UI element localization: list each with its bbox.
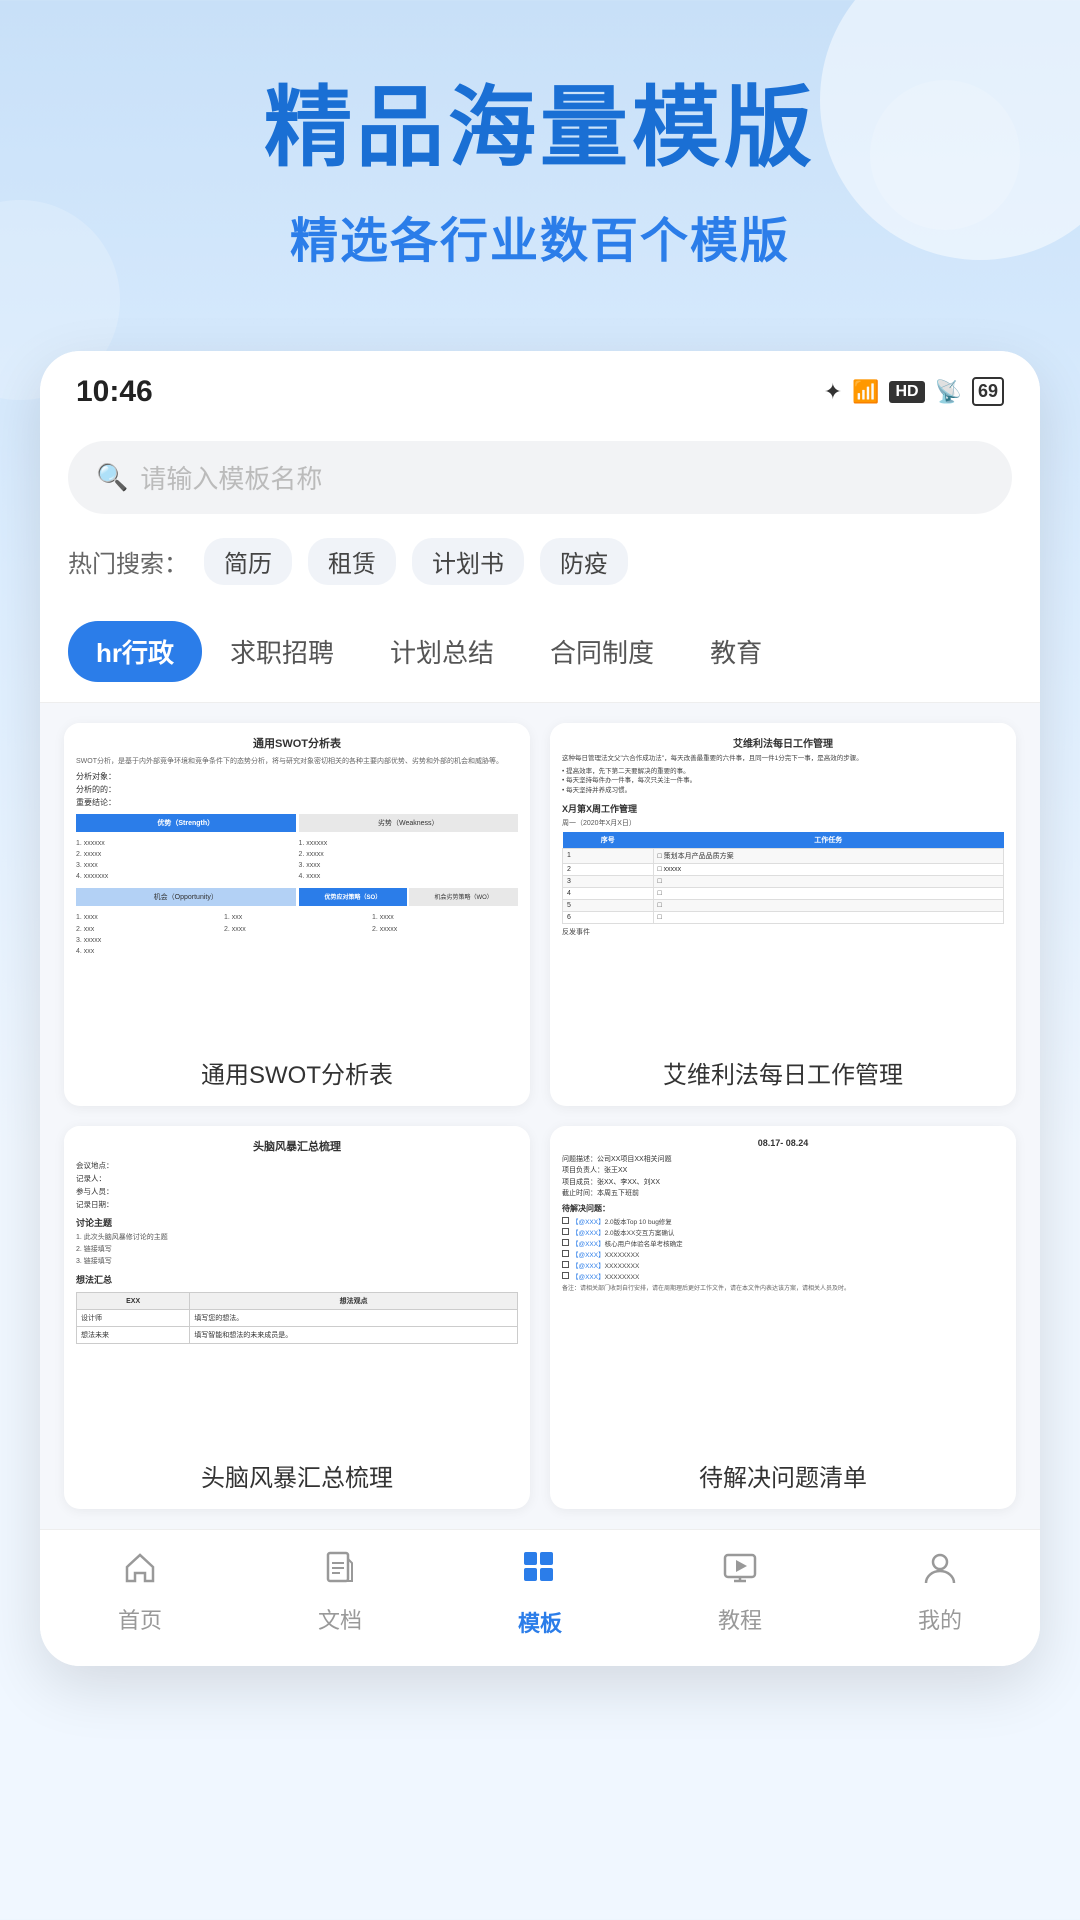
bluetooth-icon: ✦ (824, 379, 842, 405)
template-preview-aiwei: 艾维利法每日工作管理 这种每日管理法文父"六合作成功法"，每天改善最重要的六件事… (550, 723, 1016, 1043)
template-icon (518, 1546, 562, 1600)
hot-search-row: 热门搜索： 简历 租赁 计划书 防疫 (40, 526, 1040, 601)
nav-tutorial[interactable]: 教程 (640, 1549, 840, 1635)
hero-subtitle: 精选各行业数百个模版 (60, 201, 1020, 271)
template-card-swot[interactable]: 通用SWOT分析表 SWOT分析，是基于内外部竞争环境和竞争条件下的态势分析，将… (64, 723, 530, 1106)
tab-contract[interactable]: 合同制度 (522, 621, 682, 682)
template-label-swot: 通用SWOT分析表 (64, 1043, 530, 1106)
tab-recruit[interactable]: 求职招聘 (202, 621, 362, 682)
template-preview-swot: 通用SWOT分析表 SWOT分析，是基于内外部竞争环境和竞争条件下的态势分析，将… (64, 723, 530, 1043)
profile-icon (921, 1549, 959, 1597)
document-icon (321, 1549, 359, 1597)
template-preview-brain: 头脑风暴汇总梳理 会议地点： 记录人： 参与人员： 记录日期： 讨论主题 1. … (64, 1126, 530, 1446)
nav-doc-label: 文档 (318, 1603, 362, 1635)
status-bar: 10:46 ✦ 📶 HD 📡 69 (40, 351, 1040, 425)
home-icon (121, 1549, 159, 1597)
template-card-brain[interactable]: 头脑风暴汇总梳理 会议地点： 记录人： 参与人员： 记录日期： 讨论主题 1. … (64, 1126, 530, 1509)
tutorial-icon (721, 1549, 759, 1597)
hero-title: 精品海量模版 (60, 80, 1020, 177)
hd-badge: HD (889, 381, 924, 403)
template-grid: 通用SWOT分析表 SWOT分析，是基于内外部竞争环境和竞争条件下的态势分析，将… (40, 703, 1040, 1529)
nav-tutorial-label: 教程 (718, 1603, 762, 1635)
wifi-icon: 📶 (852, 379, 879, 405)
search-container: 🔍 请输入模板名称 (40, 425, 1040, 526)
search-input-placeholder: 请输入模板名称 (140, 459, 322, 496)
nav-home-label: 首页 (118, 1603, 162, 1635)
search-bar[interactable]: 🔍 请输入模板名称 (68, 441, 1012, 514)
status-time: 10:46 (76, 375, 153, 409)
hot-tag-0[interactable]: 简历 (204, 538, 292, 585)
template-label-aiwei: 艾维利法每日工作管理 (550, 1043, 1016, 1106)
template-label-problem: 待解决问题清单 (550, 1446, 1016, 1509)
bottom-nav: 首页 文档 (40, 1529, 1040, 1666)
template-label-brain: 头脑风暴汇总梳理 (64, 1446, 530, 1509)
hot-tag-2[interactable]: 计划书 (412, 538, 524, 585)
status-icons: ✦ 📶 HD 📡 69 (824, 377, 1004, 406)
nav-profile-label: 我的 (918, 1603, 962, 1635)
nav-home[interactable]: 首页 (40, 1549, 240, 1635)
template-card-aiwei[interactable]: 艾维利法每日工作管理 这种每日管理法文父"六合作成功法"，每天改善最重要的六件事… (550, 723, 1016, 1106)
phone-mockup: 10:46 ✦ 📶 HD 📡 69 🔍 请输入模板名称 热门搜索： 简历 租赁 … (40, 351, 1040, 1666)
hero-section: 精品海量模版 精选各行业数百个模版 (0, 0, 1080, 311)
hot-tag-3[interactable]: 防疫 (540, 538, 628, 585)
nav-template[interactable]: 模板 (440, 1546, 640, 1638)
category-tabs: hr行政 求职招聘 计划总结 合同制度 教育 (40, 601, 1040, 703)
tab-edu[interactable]: 教育 (682, 621, 790, 682)
battery-indicator: 69 (972, 377, 1004, 406)
nav-template-label: 模板 (518, 1606, 562, 1638)
search-icon: 🔍 (96, 462, 128, 493)
tab-plan[interactable]: 计划总结 (362, 621, 522, 682)
tab-hr[interactable]: hr行政 (68, 621, 202, 682)
nav-profile[interactable]: 我的 (840, 1549, 1040, 1635)
template-preview-problem: 08.17- 08.24 问题描述：公司XX项目XX相关问题 项目负责人：张王X… (550, 1126, 1016, 1446)
hot-tag-1[interactable]: 租赁 (308, 538, 396, 585)
nav-doc[interactable]: 文档 (240, 1549, 440, 1635)
hot-search-label: 热门搜索： (68, 544, 188, 579)
template-card-problem[interactable]: 08.17- 08.24 问题描述：公司XX项目XX相关问题 项目负责人：张王X… (550, 1126, 1016, 1509)
signal-icon: 📡 (935, 379, 962, 405)
